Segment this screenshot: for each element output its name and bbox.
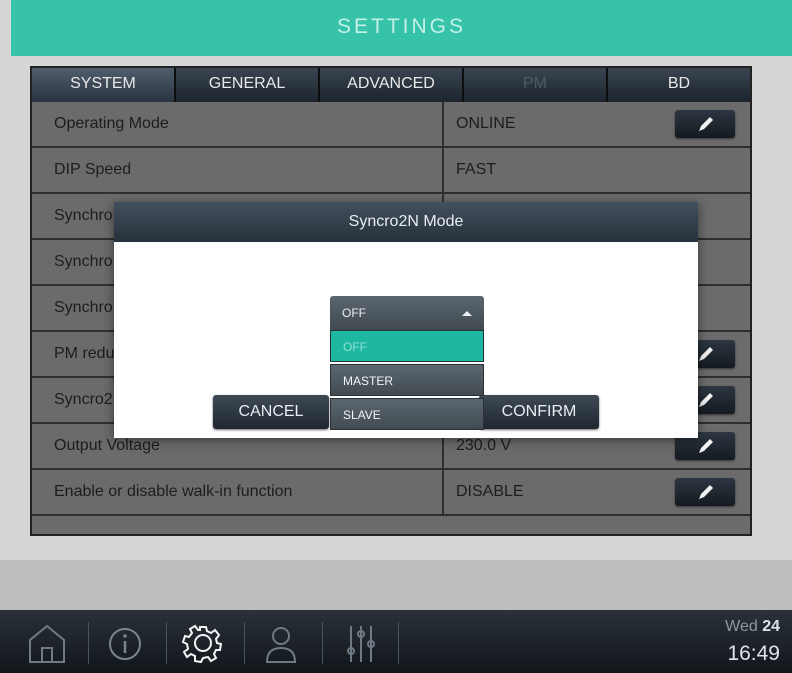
date-label: Wed 24	[725, 618, 780, 636]
day-number: 24	[762, 618, 780, 635]
option-master[interactable]: MASTER	[330, 364, 484, 396]
nav-divider	[398, 622, 399, 664]
day-label: Wed	[725, 618, 758, 635]
syncro2n-mode-dialog: Syncro2N Mode CANCEL CONFIRM OFF OFF MAS…	[114, 202, 698, 438]
setting-value: DISABLE	[456, 483, 524, 500]
clock: 16:49	[727, 642, 780, 665]
tab-general[interactable]: GENERAL	[176, 68, 320, 102]
option-slave[interactable]: SLAVE	[330, 398, 484, 430]
pencil-icon	[699, 347, 713, 361]
setting-row-dip-speed: DIP Speed FAST	[32, 148, 750, 194]
setting-name: DIP Speed	[32, 148, 444, 192]
home-icon[interactable]	[20, 620, 74, 666]
user-icon[interactable]	[254, 620, 308, 666]
setting-name: Enable or disable walk-in function	[32, 470, 444, 514]
select-value: OFF	[342, 306, 366, 320]
dialog-title: Syncro2N Mode	[114, 202, 698, 242]
sliders-icon[interactable]	[334, 620, 388, 666]
tab-pm[interactable]: PM	[464, 68, 608, 102]
nav-divider	[322, 622, 323, 664]
edit-button[interactable]	[675, 478, 735, 506]
setting-row-operating-mode: Operating Mode ONLINE	[32, 102, 750, 148]
gear-icon[interactable]	[176, 620, 230, 666]
status-strip	[0, 560, 792, 610]
option-off[interactable]: OFF	[330, 330, 484, 362]
setting-name: Operating Mode	[32, 102, 444, 146]
chevron-up-icon	[462, 311, 472, 316]
pencil-icon	[699, 439, 713, 453]
setting-value: FAST	[456, 161, 497, 178]
tab-system[interactable]: SYSTEM	[32, 68, 176, 102]
pencil-icon	[699, 393, 713, 407]
confirm-button[interactable]: CONFIRM	[479, 395, 599, 429]
page-title: SETTINGS	[11, 0, 792, 56]
tab-advanced[interactable]: ADVANCED	[320, 68, 464, 102]
info-icon[interactable]	[98, 620, 152, 666]
pencil-icon	[699, 485, 713, 499]
setting-row-walk-in: Enable or disable walk-in function DISAB…	[32, 470, 750, 516]
setting-value: ONLINE	[456, 115, 516, 132]
tab-bar: SYSTEM GENERAL ADVANCED PM BD	[32, 68, 750, 102]
cancel-button[interactable]: CANCEL	[213, 395, 329, 429]
nav-divider	[88, 622, 89, 664]
nav-divider	[166, 622, 167, 664]
pencil-icon	[699, 117, 713, 131]
tab-bd[interactable]: BD	[608, 68, 750, 102]
nav-divider	[244, 622, 245, 664]
bottom-nav: Wed 24 16:49	[0, 610, 792, 673]
edit-button[interactable]	[675, 110, 735, 138]
mode-select[interactable]: OFF	[330, 296, 484, 330]
